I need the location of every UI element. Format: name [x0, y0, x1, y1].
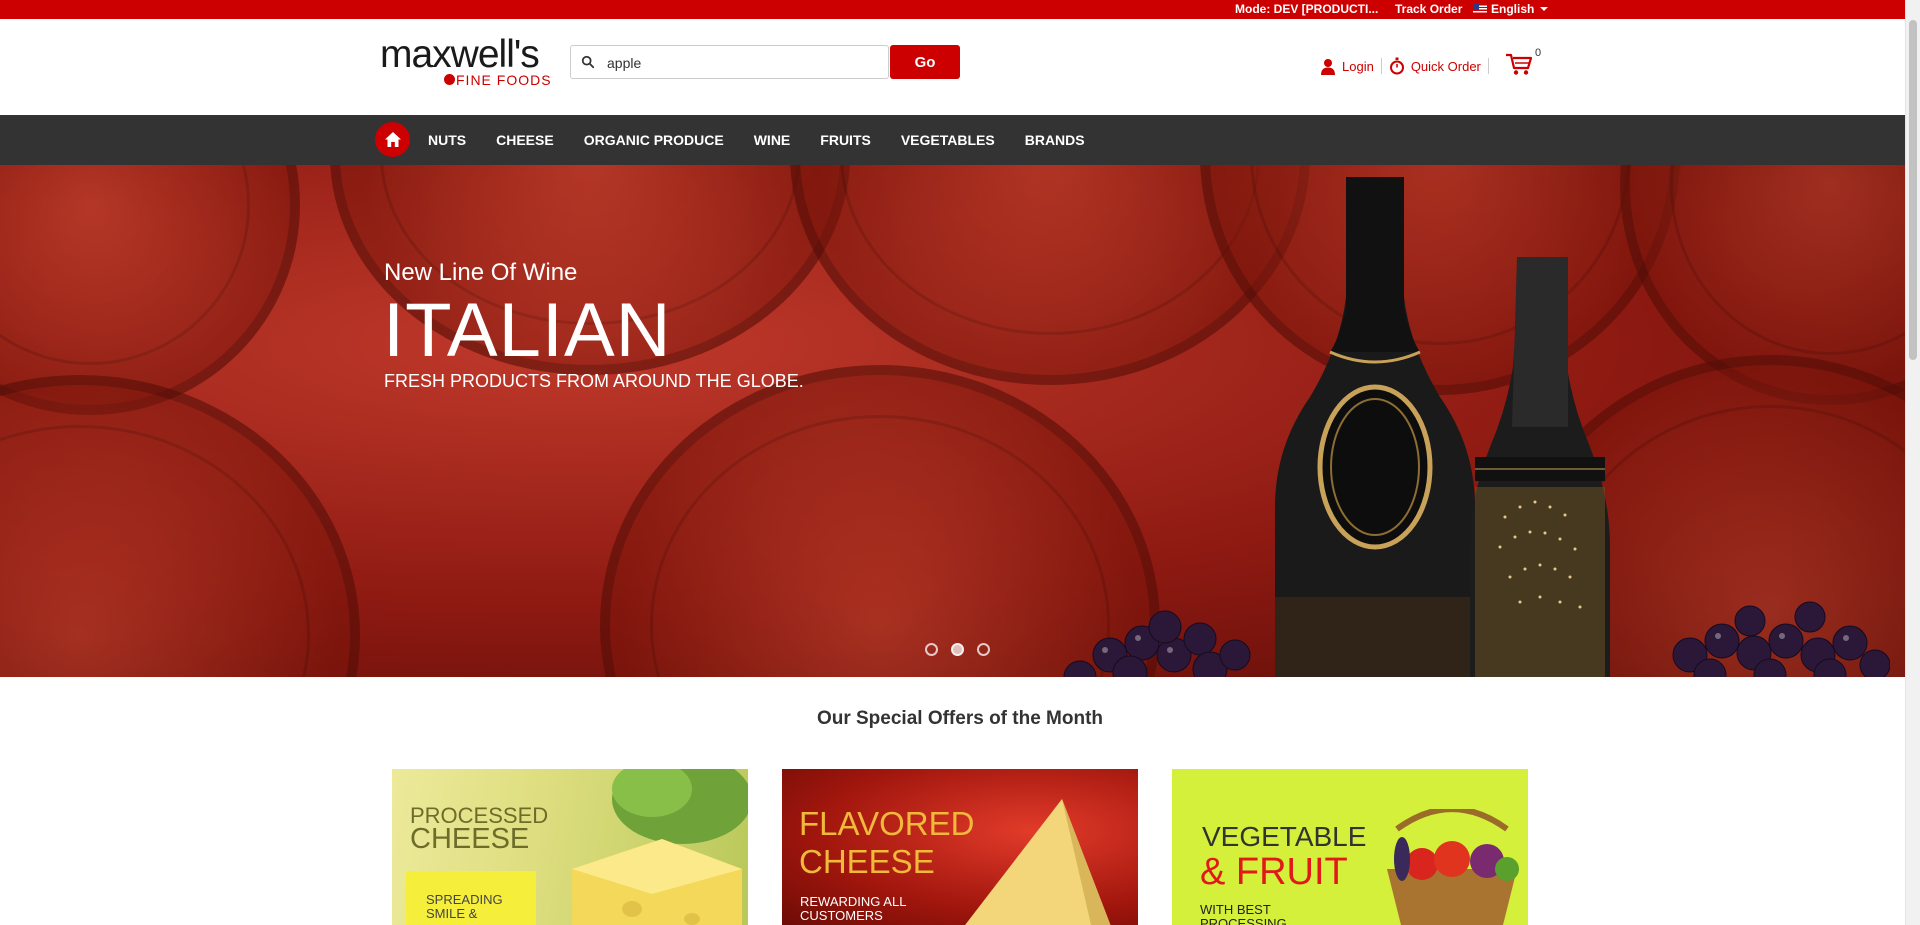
divider	[1380, 58, 1382, 74]
wine-bottle-image	[1275, 177, 1475, 677]
environment-mode-label: Mode: DEV [PRODUCTI...	[1235, 2, 1379, 16]
language-selector[interactable]: English	[1473, 2, 1549, 16]
quick-order-label: Quick Order	[1410, 58, 1481, 74]
carousel-dot[interactable]	[977, 643, 990, 656]
hero-banner[interactable]: New Line Of Wine ITALIAN FRESH PRODUCTS …	[0, 165, 1905, 677]
nav-item-brands[interactable]: BRANDS	[1025, 132, 1085, 148]
sparkling-bottle-image	[1470, 257, 1610, 677]
offer-line2: CHEESE	[410, 823, 530, 855]
offer-line1: FLAVORED	[799, 805, 975, 842]
hero-tagline: FRESH PRODUCTS FROM AROUND THE GLOBE.	[384, 371, 804, 391]
offer-description: WITH BEST PROCESSING	[1200, 902, 1287, 925]
hero-subtitle: New Line Of Wine	[384, 259, 578, 286]
offer-card-flavored-cheese[interactable]: FLAVORED CHEESE REWARDING ALL CUSTOMERS	[782, 769, 1138, 925]
login-link[interactable]: Login	[1320, 58, 1374, 75]
nav-item-cheese[interactable]: CHEESE	[496, 132, 554, 148]
carousel-dot[interactable]	[925, 643, 938, 656]
cheese-image	[572, 769, 748, 925]
nav-item-nuts[interactable]: NUTS	[428, 132, 466, 148]
site-logo[interactable]: maxwell's FINE FOODS	[380, 33, 560, 89]
search-go-button[interactable]: Go	[890, 45, 960, 79]
offer-description: SPREADING SMILE &	[426, 892, 503, 922]
shopping-cart-icon[interactable]	[1505, 52, 1533, 76]
home-icon	[384, 132, 401, 147]
nav-item-vegetables[interactable]: VEGETABLES	[901, 132, 995, 148]
barrel-image	[0, 375, 360, 677]
logo-name: maxwell's	[380, 33, 540, 76]
offers-heading: Our Special Offers of the Month	[816, 708, 1104, 729]
language-label: English	[1491, 2, 1535, 16]
cart-count-badge: 0	[1535, 47, 1542, 59]
offer-line2: & FRUIT	[1200, 851, 1348, 893]
account-links: Login Quick Order	[1320, 55, 1496, 77]
page-scrollbar[interactable]	[1905, 0, 1920, 925]
divider	[1487, 58, 1489, 74]
stopwatch-icon	[1389, 57, 1404, 75]
login-label: Login	[1342, 58, 1374, 74]
scrollbar-thumb[interactable]	[1909, 20, 1917, 360]
offer-line2: CHEESE	[799, 843, 935, 880]
apple-icon	[444, 74, 455, 85]
carousel-dot-active[interactable]	[951, 643, 964, 656]
hero-title: ITALIAN	[383, 288, 672, 373]
nav-item-wine[interactable]: WINE	[754, 132, 791, 148]
search-box	[570, 45, 889, 79]
offer-card-processed-cheese[interactable]: PROCESSED CHEESE SPREADING SMILE &	[392, 769, 748, 925]
carousel-indicators	[925, 643, 990, 656]
vegetable-basket-image	[1387, 809, 1519, 925]
search-input[interactable]	[607, 53, 877, 73]
quick-order-link[interactable]: Quick Order	[1389, 57, 1481, 75]
main-navigation: NUTS CHEESE ORGANIC PRODUCE WINE FRUITS …	[0, 115, 1905, 165]
user-icon	[1321, 58, 1335, 75]
home-button[interactable]	[375, 122, 410, 157]
top-utility-bar: Mode: DEV [PRODUCTI... Track Order Engli…	[0, 0, 1920, 19]
caret-down-icon	[1540, 7, 1549, 11]
offer-card-vegetable-fruit[interactable]: VEGETABLE & FRUIT WITH BEST PROCESSING	[1172, 769, 1528, 925]
logo-subtitle: FINE FOODS	[456, 72, 552, 88]
nav-item-fruits[interactable]: FRUITS	[820, 132, 871, 148]
nav-item-organic-produce[interactable]: ORGANIC PRODUCE	[584, 132, 724, 148]
offer-description: REWARDING ALL CUSTOMERS	[800, 894, 906, 924]
offer-line1: VEGETABLE	[1202, 821, 1367, 852]
track-order-link[interactable]: Track Order	[1395, 2, 1462, 16]
nav-links: NUTS CHEESE ORGANIC PRODUCE WINE FRUITS …	[428, 115, 1115, 165]
us-flag-icon	[1473, 4, 1487, 14]
search-icon	[581, 55, 595, 69]
